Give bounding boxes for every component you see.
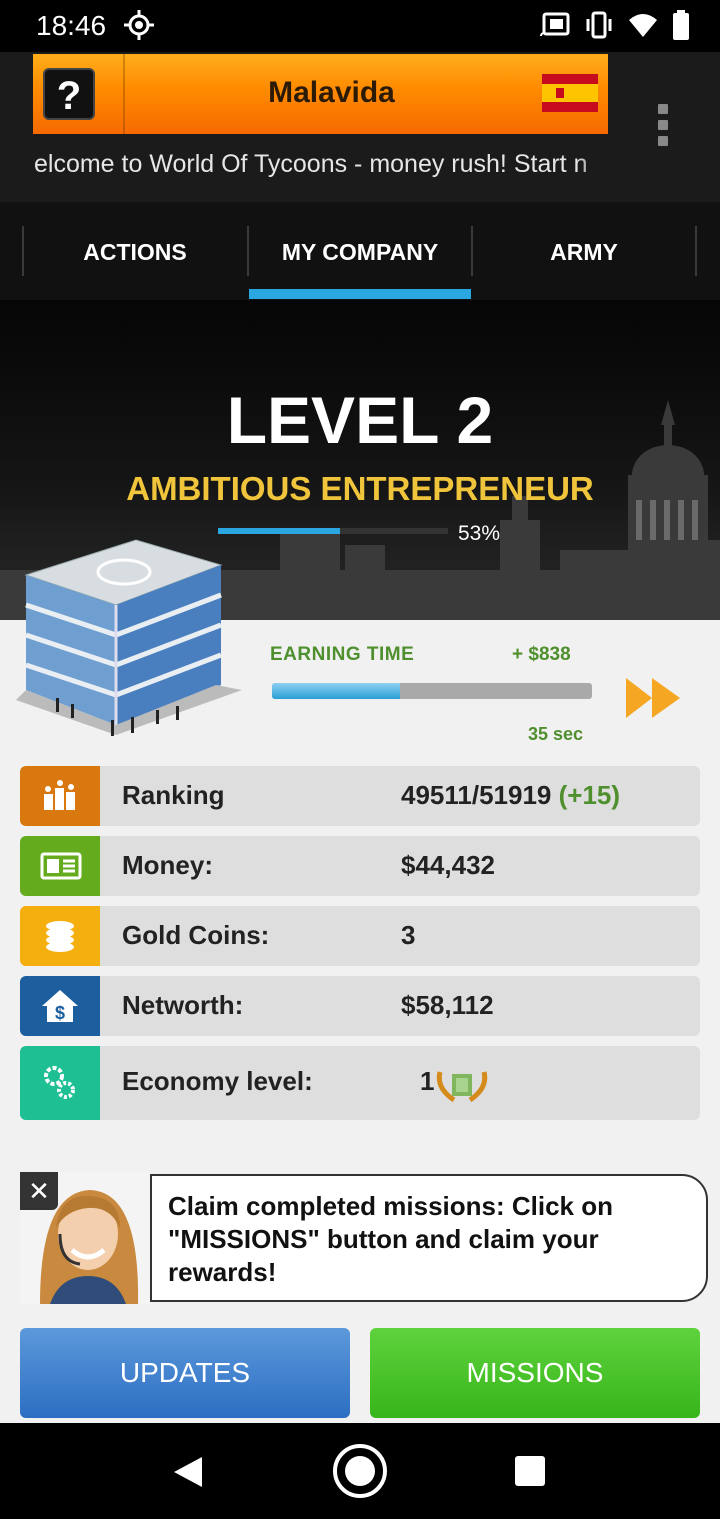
money-value: $44,432 [401, 850, 495, 880]
stat-row-gold-coins[interactable]: Gold Coins: 3 [20, 906, 700, 966]
wifi-icon [629, 14, 657, 37]
banner-title: Malavida [268, 76, 395, 109]
updates-button[interactable]: UPDATES [20, 1328, 350, 1418]
tab-army[interactable]: ARMY [473, 226, 695, 278]
stat-label: Gold Coins: [122, 920, 270, 950]
status-bar: 18:46 [0, 0, 720, 52]
level-progress-bar [218, 528, 448, 534]
app-header: ? Malavida elcome to World Of Tycoons - … [0, 52, 720, 202]
gear-icon [124, 10, 154, 40]
fast-forward-icon[interactable] [624, 676, 682, 720]
coins-icon [20, 906, 100, 966]
vibrate-icon [586, 11, 612, 39]
earning-time-left: 35 sec [528, 724, 584, 744]
stat-label: Economy level: [122, 1066, 313, 1096]
tab-bar: ACTIONS MY COMPANY ARMY [0, 202, 720, 300]
ticker-text: elcome to World Of Tycoons - money rush!… [34, 150, 588, 178]
level-title: LEVEL 2 [226, 383, 494, 457]
money-icon [20, 836, 100, 896]
svg-text:$: $ [55, 1003, 65, 1023]
ranking-delta: (+15) [558, 780, 621, 810]
gears-icon [20, 1046, 100, 1120]
house-dollar-icon: $ [20, 976, 100, 1036]
ranking-value: 49511/51919 [401, 780, 552, 810]
stat-value: 49511/51919 (+15) [401, 780, 620, 811]
laurel-badge-icon [436, 1071, 488, 1103]
recents-icon[interactable] [514, 1455, 546, 1487]
active-tab-indicator [249, 289, 471, 299]
overflow-menu-icon[interactable] [655, 104, 671, 152]
cast-icon [540, 12, 570, 37]
news-ticker: elcome to World Of Tycoons - money rush!… [34, 150, 608, 184]
level-rank-title: AMBITIOUS ENTREPRENEUR [126, 470, 594, 507]
level-progress-label: 53% [458, 522, 501, 545]
stat-row-money[interactable]: Money: $44,432 [20, 836, 700, 896]
earning-time-label: EARNING TIME [270, 644, 415, 665]
tab-actions[interactable]: ACTIONS [24, 226, 246, 278]
earning-progress-bar [272, 683, 592, 699]
stat-label: Money: [122, 850, 213, 880]
gold-coins-value: 3 [401, 920, 416, 950]
stat-label: Networth: [122, 990, 244, 1020]
hint-text: Claim completed missions: Click on "MISS… [168, 1191, 613, 1287]
earning-progress-fill [272, 683, 400, 699]
stat-row-networth[interactable]: $ Networth: $58,112 [20, 976, 700, 1036]
ad-banner[interactable]: ? Malavida [33, 54, 608, 134]
missions-button[interactable]: MISSIONS [370, 1328, 700, 1418]
tab-divider [695, 226, 697, 276]
stat-label: Ranking [122, 780, 225, 810]
spain-flag-icon [542, 74, 598, 112]
help-button[interactable]: ? [43, 68, 95, 120]
close-icon[interactable]: ✕ [20, 1172, 58, 1210]
hint-bubble: Claim completed missions: Click on "MISS… [150, 1174, 708, 1302]
back-icon[interactable] [172, 1455, 204, 1489]
battery-icon [673, 10, 689, 40]
networth-value: $58,112 [401, 990, 494, 1020]
status-time: 18:46 [36, 10, 107, 41]
office-building-image [16, 539, 242, 736]
earning-amount: + $838 [512, 644, 571, 665]
ranking-icon [20, 766, 100, 826]
home-icon[interactable] [332, 1443, 388, 1499]
stat-row-ranking[interactable]: Ranking 49511/51919 (+15) [20, 766, 700, 826]
economy-level-value: 1 [420, 1066, 435, 1096]
tab-my-company[interactable]: MY COMPANY [249, 226, 471, 278]
system-nav-bar [0, 1423, 720, 1519]
mission-hint: ✕ Claim completed missions: Click on "MI… [20, 1172, 710, 1304]
stat-row-economy-level[interactable]: Economy level: 1 [20, 1046, 700, 1120]
